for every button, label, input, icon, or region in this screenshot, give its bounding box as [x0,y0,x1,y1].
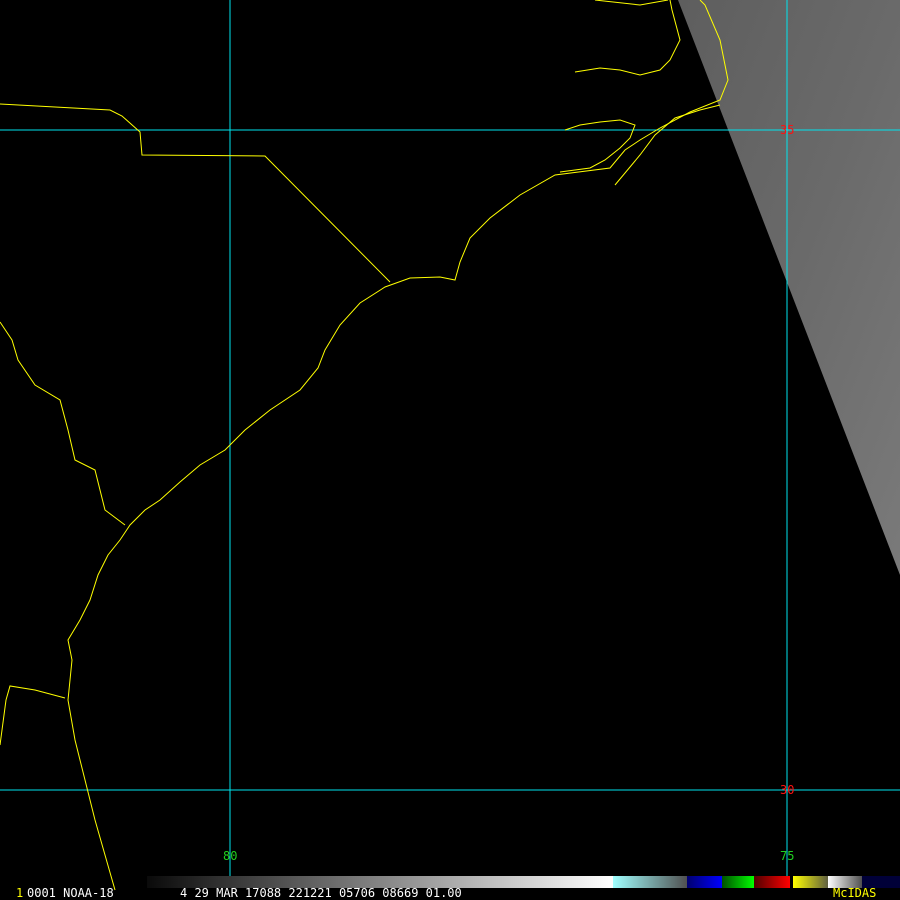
image-datetime: 4 29 MAR 17088 221221 05706 08669 01.00 [180,886,462,900]
map-canvas [0,0,900,891]
coastline [67,0,729,891]
satellite-swath [678,0,900,575]
mcidas-brand: McIDAS [833,886,877,900]
sc-ga-border [0,321,126,526]
albemarle-sound [574,0,681,76]
satellite-info: 0001 NOAA-18 [27,886,114,900]
longitude-label-75: 75 [780,849,795,863]
nc-va-border [0,103,391,283]
latitude-label-35: 35 [780,123,795,137]
latitude-label-30: 30 [780,783,795,797]
coastline-borders [0,0,729,891]
longitude-label-80: 80 [223,849,238,863]
outer-banks [614,104,721,186]
va-coast [594,0,669,6]
ga-fl-border [0,685,66,746]
pamlico-sound [559,119,636,173]
frame-number: 1 [16,886,24,900]
status-bar: 1 0001 NOAA-18 4 29 MAR 17088 221221 05706… [0,886,900,900]
satellite-image-viewer: 35 30 80 75 1 0001 NOAA-18 4 29 MAR 17088 … [0,0,900,900]
